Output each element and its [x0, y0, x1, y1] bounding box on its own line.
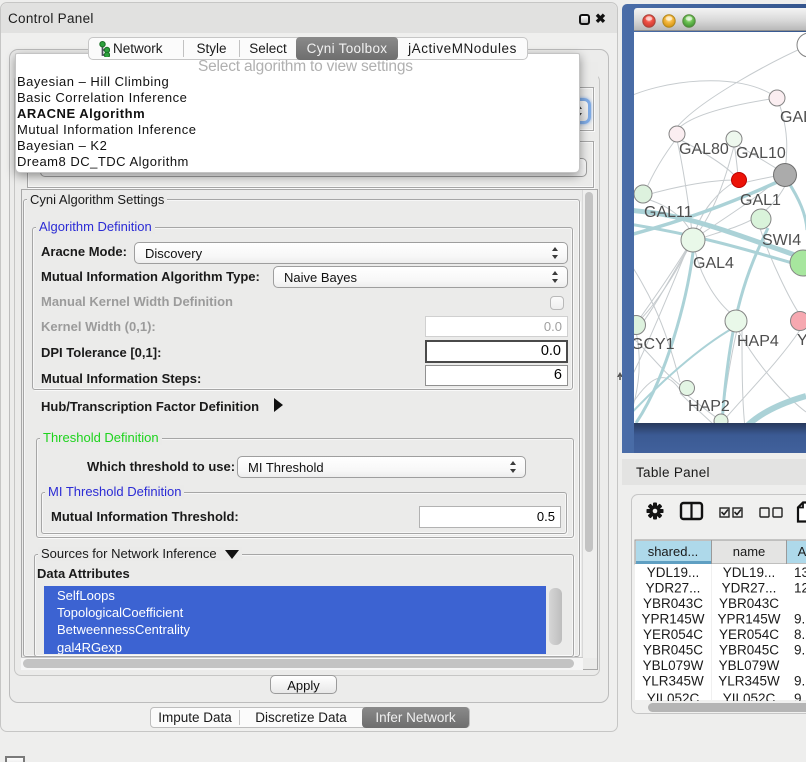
svg-text:12: 12 [794, 581, 806, 596]
svg-text:9.: 9. [794, 612, 805, 627]
svg-text:YER054C: YER054C [643, 627, 703, 642]
svg-text:GAL80: GAL80 [679, 141, 729, 158]
svg-text:GAL4: GAL4 [693, 255, 734, 272]
svg-text:GAL: GAL [780, 109, 806, 126]
svg-text:GAL10: GAL10 [736, 145, 786, 162]
svg-text:YDR27...: YDR27... [722, 581, 777, 596]
svg-text:GAL11: GAL11 [644, 204, 693, 221]
svg-text:A: A [798, 544, 806, 559]
svg-text:13: 13 [794, 565, 806, 580]
svg-text:YLR345W: YLR345W [642, 674, 704, 689]
svg-text:Y: Y [797, 332, 806, 349]
svg-text:YLR345W: YLR345W [718, 674, 780, 689]
svg-text:SWI4: SWI4 [762, 232, 801, 249]
svg-text:YPR145W: YPR145W [641, 612, 704, 627]
svg-text:8.: 8. [794, 627, 805, 642]
svg-text:GCY1: GCY1 [634, 336, 675, 353]
svg-text:GAL1: GAL1 [740, 192, 781, 209]
svg-text:YBR045C: YBR045C [719, 643, 779, 658]
svg-text:YDL19...: YDL19... [647, 565, 700, 580]
svg-text:shared...: shared... [648, 544, 699, 559]
svg-text:9.: 9. [794, 643, 805, 658]
svg-text:YBR043C: YBR043C [719, 596, 779, 611]
svg-text:YBL079W: YBL079W [643, 658, 704, 673]
svg-text:YBR043C: YBR043C [643, 596, 703, 611]
svg-text:YBR045C: YBR045C [643, 643, 703, 658]
svg-text:HAP4: HAP4 [737, 333, 779, 350]
svg-text:9.: 9. [794, 674, 805, 689]
svg-text:name: name [733, 544, 766, 559]
svg-text:YDL19...: YDL19... [723, 565, 776, 580]
svg-text:YPR145W: YPR145W [717, 612, 780, 627]
svg-text:YDR27...: YDR27... [646, 581, 701, 596]
svg-text:YBL079W: YBL079W [719, 658, 780, 673]
svg-text:HAP2: HAP2 [688, 398, 730, 415]
svg-text:YER054C: YER054C [719, 627, 779, 642]
